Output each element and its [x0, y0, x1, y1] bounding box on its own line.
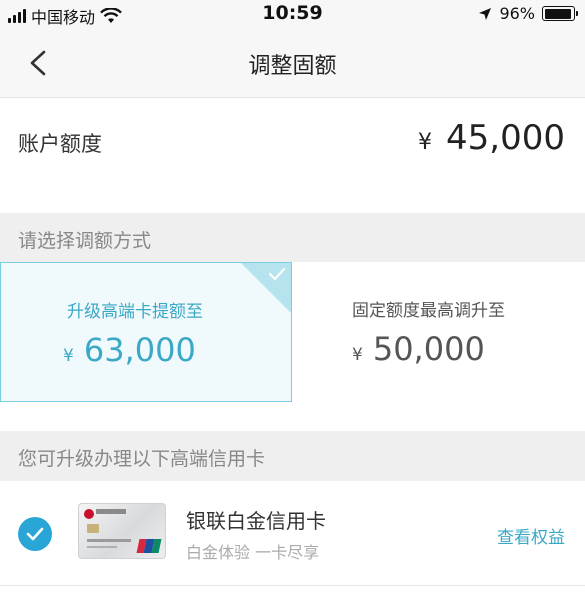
battery-fill	[544, 8, 572, 19]
card-list-item[interactable]: 银联白金信用卡 白金体验 一卡尽享 查看权益	[0, 481, 585, 586]
account-quota-label: 账户额度	[18, 132, 102, 156]
nav-bar: 调整固额	[0, 28, 585, 98]
option-fixed-amount: 50,000	[372, 330, 485, 368]
option-upgrade-card[interactable]: 升级高端卡提额至 ¥ 63,000	[0, 262, 292, 402]
currency-symbol: ¥	[63, 346, 74, 366]
account-quota-amount: 45,000	[446, 118, 565, 158]
bank-logo-icon	[84, 509, 94, 519]
status-bar: 中国移动 10:59 96%	[0, 0, 585, 28]
card-section-title: 您可升级办理以下高端信用卡	[18, 448, 266, 470]
selected-check-icon[interactable]	[18, 517, 52, 551]
check-icon	[268, 267, 286, 281]
option-fixed-label: 固定额度最高调升至	[352, 301, 505, 321]
card-name: 银联白金信用卡	[186, 509, 326, 533]
unionpay-logo-icon	[136, 539, 162, 553]
option-fixed-quota[interactable]: 固定额度最高调升至 ¥ 50,000	[292, 262, 585, 402]
adjust-options: 升级高端卡提额至 ¥ 63,000 固定额度最高调升至 ¥ 50,000	[0, 262, 585, 432]
option-upgrade-label: 升级高端卡提额至	[67, 302, 203, 322]
card-number-mark	[87, 539, 131, 542]
currency-symbol: ¥	[418, 130, 433, 155]
location-arrow-icon	[479, 7, 492, 20]
card-chip-icon	[87, 524, 99, 533]
credit-card-image	[78, 503, 166, 559]
battery-icon	[542, 6, 578, 21]
card-section-header: 您可升级办理以下高端信用卡	[0, 431, 585, 481]
method-section-title: 请选择调额方式	[18, 230, 152, 252]
check-icon	[26, 527, 44, 541]
option-upgrade-value: ¥ 63,000	[63, 331, 196, 369]
account-quota-value: ¥ 45,000	[418, 118, 565, 158]
view-benefits-link[interactable]: 查看权益	[497, 523, 565, 548]
card-holder-mark	[87, 546, 117, 548]
method-section-header: 请选择调额方式	[0, 213, 585, 263]
account-quota-row: 账户额度 ¥ 45,000	[0, 98, 585, 213]
status-right: 96%	[478, 4, 578, 23]
option-upgrade-amount: 63,000	[83, 331, 196, 369]
card-description: 白金体验 一卡尽享	[186, 543, 320, 562]
bank-name-mark	[96, 509, 126, 514]
option-fixed-value: ¥ 50,000	[352, 330, 485, 368]
page-title: 调整固额	[248, 54, 337, 79]
currency-symbol: ¥	[352, 345, 363, 365]
battery-percent: 96%	[499, 4, 535, 23]
